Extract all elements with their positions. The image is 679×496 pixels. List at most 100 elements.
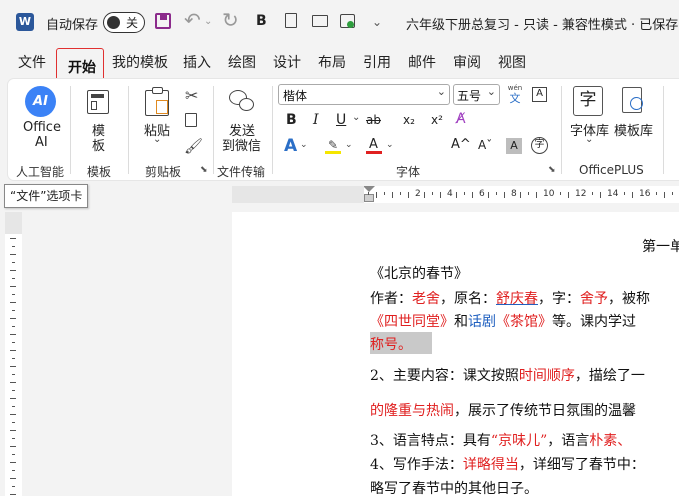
font-size-select[interactable]: 五号 ⌄ bbox=[453, 84, 500, 105]
ruler-tick bbox=[496, 192, 497, 195]
paste-icon[interactable] bbox=[145, 87, 169, 116]
ruler-tick bbox=[432, 192, 433, 195]
vertical-ruler-tick bbox=[10, 350, 16, 351]
copy-icon[interactable] bbox=[185, 113, 197, 127]
vertical-ruler-tick bbox=[12, 310, 15, 311]
ruler-tick bbox=[456, 192, 457, 198]
new-document-icon[interactable] bbox=[285, 13, 297, 28]
tab-references[interactable]: 引用 bbox=[363, 44, 391, 78]
tab-insert[interactable]: 插入 bbox=[183, 44, 211, 78]
lesson-title: 《北京的春节》 bbox=[370, 266, 468, 282]
chevron-down-icon[interactable]: ⌄ bbox=[585, 134, 593, 145]
autosave-toggle[interactable]: 关 bbox=[103, 12, 145, 33]
vertical-ruler-tick bbox=[12, 246, 15, 247]
print-check-icon[interactable] bbox=[340, 14, 355, 28]
ruler-tick bbox=[536, 192, 537, 198]
font-size-value: 五号 bbox=[457, 89, 482, 103]
ruler-tick bbox=[528, 192, 529, 195]
character-border-icon[interactable]: A bbox=[532, 87, 547, 102]
subscript-button[interactable]: x₂ bbox=[403, 113, 415, 127]
tab-home-highlight[interactable]: 开始 bbox=[56, 48, 104, 82]
bold-format-button[interactable]: B bbox=[286, 112, 297, 128]
grow-font-button[interactable]: A^ bbox=[451, 137, 471, 152]
office-ai-label-2[interactable]: AI bbox=[35, 135, 48, 150]
font-color-icon[interactable]: A bbox=[366, 137, 382, 155]
send-label-2[interactable]: 到微信 bbox=[222, 135, 261, 154]
vertical-ruler-tick bbox=[12, 438, 15, 439]
format-painter-icon[interactable]: 🖌 bbox=[184, 137, 203, 155]
chevron-down-icon[interactable]: ⌄ bbox=[204, 0, 212, 44]
ruler-tick bbox=[672, 192, 673, 195]
tab-layout[interactable]: 布局 bbox=[318, 44, 346, 78]
cut-icon[interactable]: ✂ bbox=[185, 86, 198, 105]
chevron-down-icon[interactable]: ⌄ bbox=[386, 140, 394, 150]
template-library-label[interactable]: 模板库 bbox=[614, 120, 653, 139]
underline-button[interactable]: U bbox=[336, 112, 346, 128]
language-line: 3、语言特点：具有“京味儿”，语言朴素、 bbox=[370, 433, 632, 449]
tab-view[interactable]: 视图 bbox=[498, 44, 526, 78]
bold-button[interactable]: B bbox=[256, 13, 267, 29]
chevron-down-icon[interactable]: ⌄ bbox=[153, 134, 161, 145]
tab-mailings[interactable]: 邮件 bbox=[408, 44, 436, 78]
tab-home[interactable]: 开始 bbox=[68, 57, 96, 77]
save-icon[interactable] bbox=[155, 13, 171, 29]
customize-quick-access-icon[interactable]: ⌄ bbox=[372, 0, 382, 44]
word-icon: W bbox=[16, 13, 34, 31]
ruler-number: 6 bbox=[478, 189, 486, 199]
vertical-ruler-tick bbox=[10, 494, 16, 495]
template-icon[interactable] bbox=[87, 90, 109, 114]
chevron-down-icon[interactable]: ⌄ bbox=[352, 112, 360, 123]
tab-draw[interactable]: 绘图 bbox=[228, 44, 256, 78]
shrink-font-button[interactable]: Aˇ bbox=[478, 138, 492, 152]
document-title: 六年级下册总复习 - 只读 - 兼容性模式 · 已保存 bbox=[406, 18, 679, 33]
vertical-ruler bbox=[5, 212, 22, 496]
highlight-color-icon[interactable]: ✎ bbox=[325, 138, 341, 154]
redo-icon[interactable]: ↻ bbox=[222, 0, 239, 42]
group-transfer-label: 文件传输 bbox=[217, 165, 266, 179]
superscript-button[interactable]: x² bbox=[431, 113, 443, 127]
vertical-ruler-tick bbox=[12, 374, 15, 375]
tab-my-templates[interactable]: 我的模板 bbox=[112, 44, 168, 78]
font-name-select[interactable]: 楷体 ⌄ bbox=[278, 84, 450, 105]
clear-formatting-icon[interactable]: A̸ bbox=[456, 111, 466, 127]
dialog-launcher-icon[interactable]: ⬊ bbox=[200, 165, 208, 175]
wechat-icon[interactable] bbox=[229, 90, 255, 112]
ruler-number: 8 bbox=[510, 189, 518, 199]
ruler-tick bbox=[384, 192, 385, 195]
group-clipboard-label: 剪贴板 bbox=[145, 165, 182, 179]
text-effects-button[interactable]: A bbox=[284, 136, 297, 156]
ruler-tick bbox=[560, 192, 561, 195]
document-page[interactable]: 第一单 《北京的春节》 作者：老舍，原名：舒庆春，字：舍予，被称 《四世同堂》和… bbox=[232, 212, 679, 496]
vertical-ruler-tick bbox=[12, 486, 15, 487]
ribbon-tabs: 文件 开始 我的模板 插入 绘图 设计 布局 引用 邮件 审阅 视图 bbox=[0, 44, 679, 82]
character-shading-icon[interactable]: A bbox=[506, 138, 522, 154]
works-line: 《四世同堂》和话剧《茶馆》等。课内学过 bbox=[370, 314, 636, 330]
vertical-ruler-tick bbox=[12, 278, 15, 279]
phonetic-guide-icon[interactable]: wén 文 bbox=[506, 84, 524, 106]
italic-button[interactable]: I bbox=[313, 112, 319, 128]
vertical-ruler-tick bbox=[10, 414, 16, 415]
vertical-ruler-tick bbox=[10, 238, 16, 239]
tab-review[interactable]: 审阅 bbox=[453, 44, 481, 78]
phonetic-char: 文 bbox=[509, 92, 521, 105]
strikethrough-button[interactable]: ab bbox=[366, 113, 381, 127]
template-library-icon[interactable] bbox=[622, 87, 643, 113]
dialog-launcher-icon[interactable]: ⬊ bbox=[548, 165, 556, 175]
open-folder-icon[interactable] bbox=[312, 15, 328, 27]
undo-icon[interactable]: ↶ bbox=[184, 0, 201, 42]
chevron-down-icon[interactable]: ⌄ bbox=[300, 140, 308, 150]
enclose-characters-icon[interactable]: 字 bbox=[531, 137, 548, 154]
vertical-ruler-tick bbox=[12, 422, 15, 423]
ruler-number: 16 bbox=[638, 189, 652, 199]
vertical-ruler-tick bbox=[10, 382, 16, 383]
font-library-icon[interactable]: 字 bbox=[573, 86, 603, 116]
office-ai-icon[interactable]: AI bbox=[25, 86, 56, 117]
tab-file[interactable]: 文件 bbox=[18, 44, 46, 78]
chevron-down-icon[interactable]: ⌄ bbox=[345, 140, 353, 150]
office-ai-label[interactable]: Office bbox=[23, 120, 61, 135]
tab-design[interactable]: 设计 bbox=[273, 44, 301, 78]
font-name-value: 楷体 bbox=[283, 89, 308, 103]
template-label-2[interactable]: 板 bbox=[92, 135, 105, 154]
ruler-tick bbox=[664, 192, 665, 198]
chevron-down-icon: ⌄ bbox=[486, 85, 496, 98]
